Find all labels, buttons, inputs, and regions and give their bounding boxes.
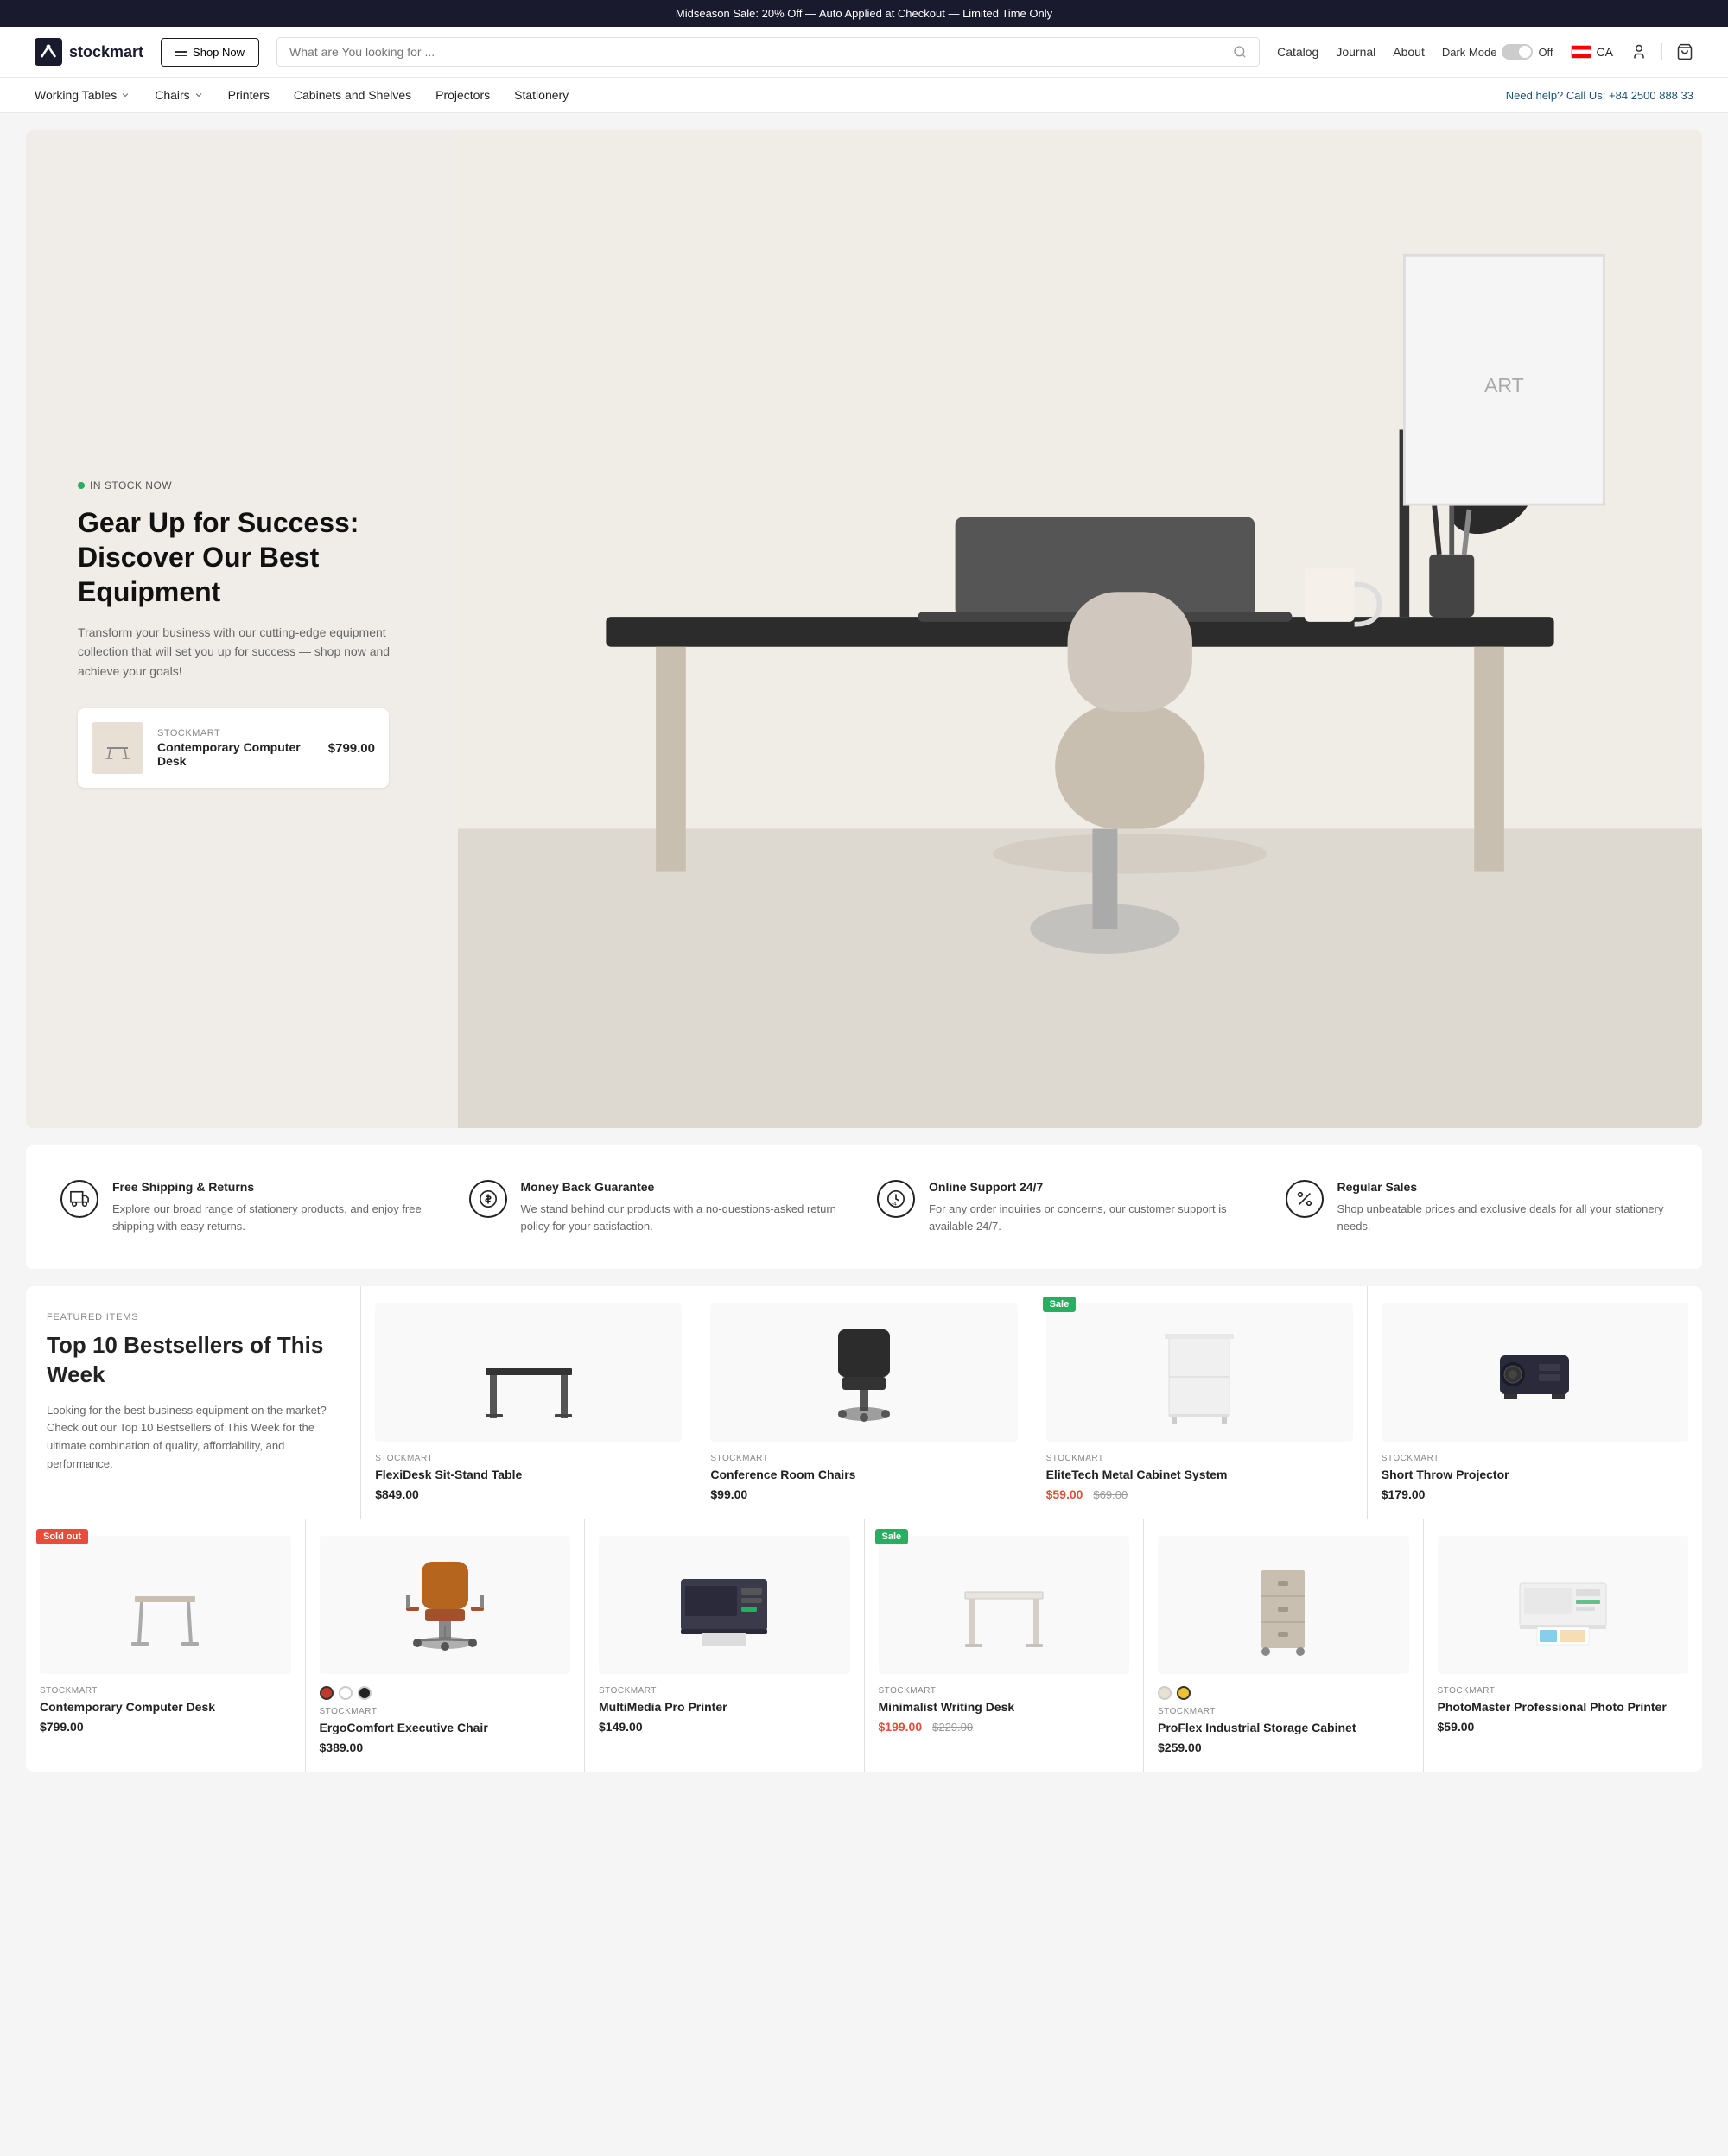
products-section: FEATURED ITEMS Top 10 Bestsellers of Thi… [26, 1286, 1702, 1772]
hero-section: IN STOCK NOW Gear Up for Success: Discov… [26, 130, 1702, 1128]
color-swatch[interactable] [1177, 1686, 1191, 1700]
products-row-2: Sold out STOCKMART Contemporary Computer… [26, 1519, 1702, 1772]
chevron-down-icon [120, 90, 130, 100]
color-swatch[interactable] [358, 1686, 372, 1700]
toggle-switch[interactable] [1502, 44, 1533, 60]
feature-sales-text: Regular Sales Shop unbeatable prices and… [1337, 1180, 1668, 1234]
product-card[interactable]: Sold out STOCKMART Contemporary Computer… [26, 1519, 305, 1772]
nav-item-chairs[interactable]: Chairs [155, 88, 203, 102]
dark-mode-toggle[interactable]: Dark Mode Off [1442, 44, 1553, 60]
product-card[interactable]: Sale STOCKMART [1032, 1286, 1367, 1519]
nav-item-working-tables[interactable]: Working Tables [35, 88, 130, 102]
divider [1661, 43, 1662, 60]
nav-item-cabinets[interactable]: Cabinets and Shelves [294, 88, 411, 102]
hero-product-info: STOCKMART Contemporary Computer Desk [157, 728, 314, 768]
truck-icon [60, 1180, 98, 1218]
locale-selector[interactable]: CA [1571, 45, 1613, 59]
hero-title: Gear Up for Success: Discover Our Best E… [78, 505, 415, 609]
hamburger-icon [175, 48, 187, 57]
product-card[interactable]: Sale STOCKMART Minimalist Writing Desk $… [865, 1519, 1144, 1772]
features-section: Free Shipping & Returns Explore our broa… [26, 1145, 1702, 1269]
color-swatch[interactable] [1158, 1686, 1172, 1700]
price-container: $199.00 $229.00 [879, 1720, 1130, 1734]
product-card[interactable]: STOCKMART PhotoMaster Professional Photo… [1424, 1519, 1703, 1772]
flag-icon [1571, 45, 1591, 59]
logo[interactable]: stockmart [35, 38, 143, 66]
product-image [320, 1536, 571, 1674]
nav-item-printers[interactable]: Printers [228, 88, 270, 102]
nav-catalog[interactable]: Catalog [1277, 45, 1318, 59]
product-card[interactable]: STOCKMART MultiMedia Pro Printer $149.00 [585, 1519, 864, 1772]
toggle-knob [1519, 46, 1531, 58]
product-card[interactable]: STOCKMART ErgoComfort Executive Chair $3… [306, 1519, 585, 1772]
chevron-down-icon [194, 90, 204, 100]
announcement-bar: Midseason Sale: 20% Off — Auto Applied a… [0, 0, 1728, 27]
product-card[interactable]: STOCKMART ProFlex Industrial Storage Cab… [1144, 1519, 1423, 1772]
svg-text:24: 24 [891, 1201, 898, 1207]
product-card[interactable]: STOCKMART Short Throw Projector $179.00 [1368, 1286, 1702, 1519]
color-swatches [320, 1686, 571, 1700]
feature-sales: Regular Sales Shop unbeatable prices and… [1286, 1180, 1668, 1234]
nav-item-stationery[interactable]: Stationery [514, 88, 569, 102]
nav-journal[interactable]: Journal [1336, 45, 1375, 59]
product-image [1382, 1303, 1688, 1442]
product-image [40, 1536, 291, 1674]
product-image [375, 1303, 682, 1442]
color-swatch[interactable] [339, 1686, 353, 1700]
sale-badge: Sale [1043, 1297, 1077, 1312]
hero-product-image [92, 722, 143, 774]
in-stock-badge: IN STOCK NOW [78, 479, 415, 491]
user-icon[interactable] [1630, 43, 1648, 60]
product-image [710, 1303, 1017, 1442]
shop-now-button[interactable]: Shop Now [161, 38, 259, 67]
nav-left: Working Tables Chairs Printers Cabinets … [35, 88, 569, 102]
sales-icon [1286, 1180, 1324, 1218]
product-image [1438, 1536, 1689, 1674]
price-container: $59.00 $69.00 [1046, 1487, 1353, 1501]
hero-content: IN STOCK NOW Gear Up for Success: Discov… [26, 130, 458, 1128]
hero-image: ART [458, 130, 1702, 1128]
bestsellers-intro: FEATURED ITEMS Top 10 Bestsellers of Thi… [26, 1286, 360, 1519]
product-card[interactable]: STOCKMART Conference Room Chairs $99.00 [696, 1286, 1031, 1519]
feature-money-text: Money Back Guarantee We stand behind our… [521, 1180, 852, 1234]
cart-icon[interactable] [1676, 43, 1693, 60]
search-input[interactable] [289, 45, 1226, 59]
sold-out-badge: Sold out [36, 1529, 88, 1544]
svg-text:ART: ART [1484, 374, 1524, 396]
nav-item-projectors[interactable]: Projectors [435, 88, 490, 102]
feature-shipping: Free Shipping & Returns Explore our broa… [60, 1180, 443, 1234]
header-nav: Catalog Journal About Dark Mode Off CA [1277, 43, 1693, 60]
sale-badge: Sale [875, 1529, 909, 1544]
products-grid: FEATURED ITEMS Top 10 Bestsellers of Thi… [26, 1286, 1702, 1772]
nav-help: Need help? Call Us: +84 2500 888 33 [1506, 89, 1693, 102]
product-image [1046, 1303, 1353, 1442]
product-image [1158, 1536, 1409, 1674]
products-row-1: FEATURED ITEMS Top 10 Bestsellers of Thi… [26, 1286, 1702, 1519]
feature-support-text: Online Support 24/7 For any order inquir… [929, 1180, 1260, 1234]
product-image [879, 1536, 1130, 1674]
feature-support: 24 Online Support 24/7 For any order inq… [877, 1180, 1260, 1234]
header: stockmart Shop Now Catalog Journal About… [0, 27, 1728, 78]
support-icon: 24 [877, 1180, 915, 1218]
product-image [599, 1536, 850, 1674]
hero-description: Transform your business with our cutting… [78, 623, 415, 681]
product-card[interactable]: STOCKMART FlexiDesk Sit-Stand Table $849… [361, 1286, 696, 1519]
money-back-icon [469, 1180, 507, 1218]
search-icon [1233, 45, 1247, 59]
feature-money-back: Money Back Guarantee We stand behind our… [469, 1180, 852, 1234]
announcement-text: Midseason Sale: 20% Off — Auto Applied a… [676, 7, 1052, 20]
color-swatches [1158, 1686, 1409, 1700]
nav-about[interactable]: About [1393, 45, 1425, 59]
color-swatch[interactable] [320, 1686, 334, 1700]
green-dot-icon [78, 482, 85, 489]
feature-shipping-text: Free Shipping & Returns Explore our broa… [112, 1180, 443, 1234]
header-icons [1630, 43, 1693, 60]
search-bar[interactable] [276, 37, 1260, 67]
hero-product-card[interactable]: STOCKMART Contemporary Computer Desk $79… [78, 708, 389, 788]
logo-text: stockmart [69, 43, 143, 61]
nav-bar: Working Tables Chairs Printers Cabinets … [0, 78, 1728, 113]
